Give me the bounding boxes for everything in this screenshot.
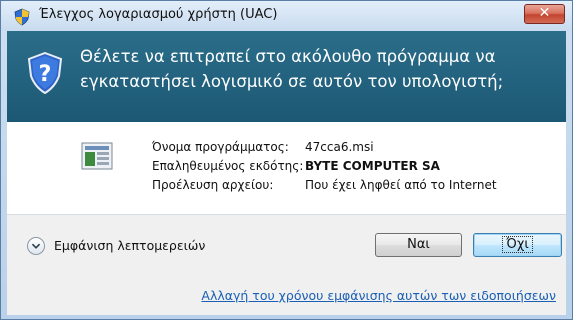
- title-bar[interactable]: Έλεγχος λογαριασμού χρήστη (UAC) ✕: [1, 1, 572, 31]
- program-name-value: 47cca6.msi: [305, 140, 374, 154]
- window-title: Έλεγχος λογαριασμού χρήστη (UAC): [39, 7, 278, 22]
- dialog-footer: Εμφάνιση λεπτομερειών Ναι Όχι Αλλαγή του…: [7, 214, 566, 315]
- yes-button[interactable]: Ναι: [375, 233, 462, 257]
- program-info-panel: Όνομα προγράμματος: 47cca6.msi Επαληθευμ…: [7, 122, 566, 214]
- chevron-down-icon: [27, 237, 45, 255]
- banner-question-line1: Θέλετε να επιτραπεί στο ακόλουθο πρόγραμ…: [80, 47, 496, 66]
- close-button[interactable]: ✕: [524, 4, 565, 24]
- uac-dialog: Έλεγχος λογαριασμού χρήστη (UAC) ✕ ? Θέλ…: [0, 0, 573, 320]
- change-notification-settings-link[interactable]: Αλλαγή του χρόνου εμφάνισης αυτών των ει…: [201, 288, 556, 303]
- installer-package-icon: [81, 142, 113, 170]
- banner-question-line2: εγκαταστήσει λογισμικό σε αυτόν τον υπολ…: [80, 72, 504, 91]
- no-button[interactable]: Όχι: [473, 233, 562, 257]
- publisher-label: Επαληθευμένος εκδότης:: [152, 159, 304, 173]
- program-name-label: Όνομα προγράμματος:: [152, 140, 289, 154]
- no-button-label: Όχι: [502, 236, 533, 253]
- uac-shield-icon: [14, 8, 30, 26]
- file-origin-value: Που έχει ληφθεί από το Internet: [305, 178, 497, 192]
- publisher-value: BYTE COMPUTER SA: [305, 159, 440, 173]
- footer-divider: [7, 214, 566, 215]
- yes-button-label: Ναι: [407, 237, 430, 252]
- file-origin-label: Προέλευση αρχείου:: [152, 178, 274, 192]
- show-details-label: Εμφάνιση λεπτομερειών: [54, 238, 206, 253]
- help-shield-icon: ?: [27, 52, 63, 94]
- banner-question: Θέλετε να επιτραπεί στο ακόλουθο πρόγραμ…: [80, 44, 560, 94]
- svg-text:?: ?: [39, 62, 52, 87]
- close-icon: ✕: [538, 5, 551, 21]
- question-banner: ? Θέλετε να επιτραπεί στο ακόλουθο πρόγρ…: [7, 31, 566, 122]
